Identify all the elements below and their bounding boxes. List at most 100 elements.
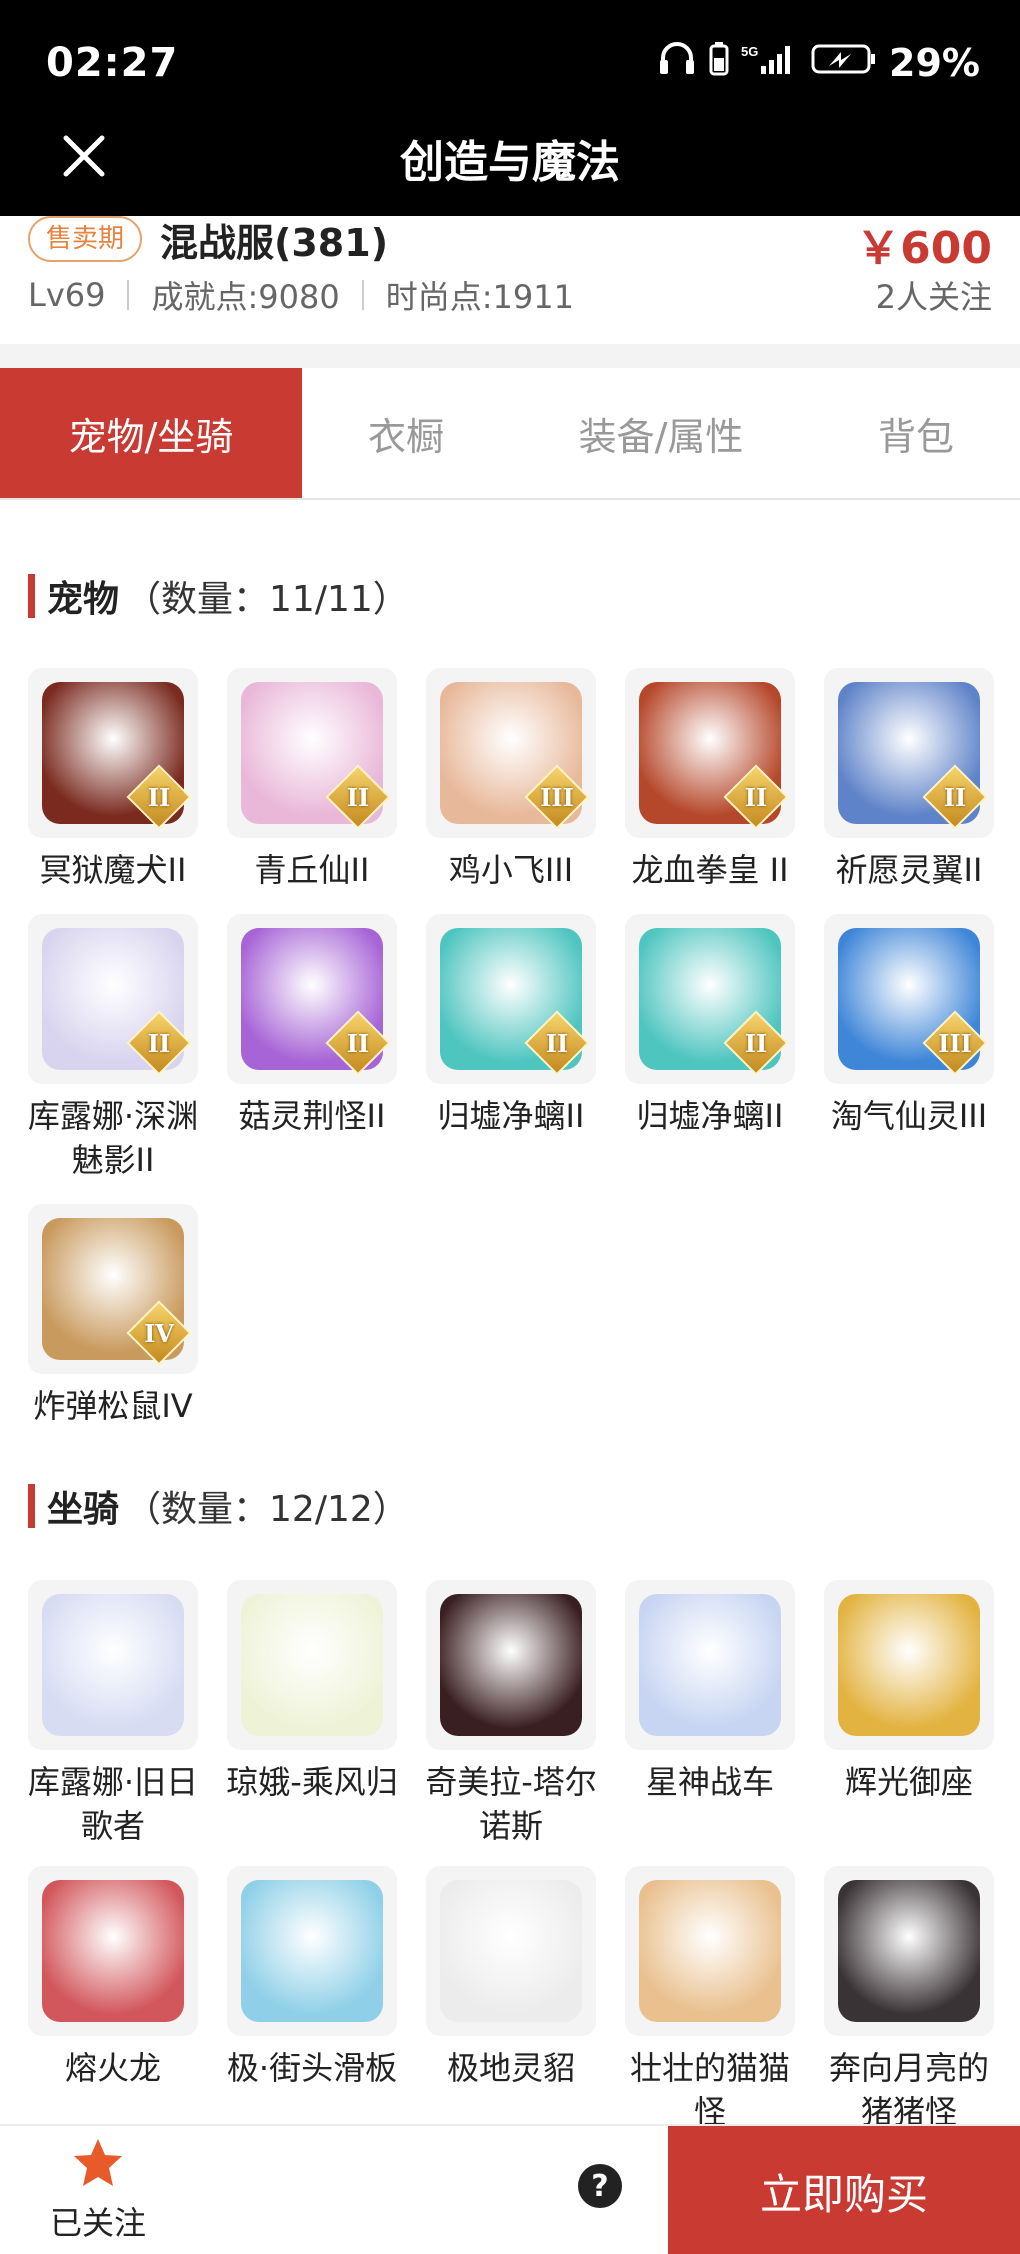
mount-item[interactable]: 壮壮的猫猫怪 [625, 1866, 795, 2134]
title-bar: 创造与魔法 [0, 108, 1020, 216]
character-image [838, 1594, 980, 1736]
pet-item[interactable]: II 菇灵荆怪II [227, 914, 397, 1182]
pet-thumbnail: II [824, 668, 994, 838]
tab-wardrobe[interactable]: 衣橱 [302, 368, 510, 498]
pet-thumbnail: II [426, 914, 596, 1084]
pet-thumbnail: III [824, 914, 994, 1084]
pet-item[interactable]: II 冥狱魔犬II [28, 668, 198, 892]
pet-thumbnail: II [227, 914, 397, 1084]
character-image [241, 1594, 383, 1736]
followers-count: 2人关注 [875, 278, 992, 316]
price: ￥600 [856, 223, 992, 274]
tier-label: II [744, 782, 768, 812]
section-title: 坐骑 [47, 1489, 120, 1530]
mount-name: 极地灵貂 [446, 2049, 575, 2087]
buy-now-button[interactable]: 立即购买 [668, 2126, 1020, 2254]
pet-item[interactable]: II 库露娜·深渊魅影II [28, 914, 198, 1182]
status-badge: 售卖期 [28, 216, 143, 262]
battery-small-icon [709, 41, 729, 85]
status-bar: 02:27 5G 29% [0, 0, 1020, 108]
help-icon: ? [591, 2168, 609, 2204]
pet-thumbnail: II [625, 914, 795, 1084]
mount-item[interactable]: 奔向月亮的猪猪怪 [824, 1866, 994, 2134]
pet-thumbnail: IV [28, 1204, 198, 1374]
tab-pets-mounts[interactable]: 宠物/坐骑 [0, 368, 302, 498]
pet-item[interactable]: IV 炸弹松鼠IV [28, 1204, 198, 1428]
svg-text:5G: 5G [741, 44, 758, 59]
status-time: 02:27 [46, 40, 179, 86]
mount-item[interactable]: 极地灵貂 [426, 1866, 596, 2134]
character-image [241, 1880, 383, 2022]
help-button[interactable]: ? [578, 2164, 622, 2208]
pet-thumbnail: II [227, 668, 397, 838]
pet-item[interactable]: II 龙血拳皇 II [625, 668, 795, 892]
pet-name: 炸弹松鼠IV [33, 1387, 193, 1425]
divider [361, 280, 364, 310]
character-image [838, 1880, 980, 2022]
pet-name: 归墟净螭II [437, 1097, 585, 1135]
pet-item[interactable]: III 淘气仙灵III [824, 914, 994, 1182]
mount-item[interactable]: 星神战车 [625, 1580, 795, 1848]
mount-thumbnail [426, 1580, 596, 1750]
mount-item[interactable]: 琼娥-乘风归 [226, 1580, 398, 1848]
follow-button[interactable]: 已关注 [46, 2136, 150, 2244]
server-name: 混战服(381) [160, 221, 389, 265]
bottom-action-bar: 已关注 ? 立即购买 [0, 2124, 1020, 2254]
battery-percent: 29% [889, 40, 980, 85]
tab-bar: 宠物/坐骑 衣橱 装备/属性 背包 [0, 368, 1020, 500]
pet-thumbnail: III [426, 668, 596, 838]
tier-label: II [346, 1028, 370, 1058]
mount-thumbnail [625, 1580, 795, 1750]
mount-thumbnail [824, 1866, 994, 2036]
account-stats: Lv69 成就点:9080 时尚点:1911 [28, 272, 574, 318]
section-count: （数量：12/12） [125, 1489, 409, 1530]
tier-label: II [943, 782, 967, 812]
tier-label: II [545, 1028, 569, 1058]
mounts-section-header: 坐骑 （数量：12/12） [28, 1480, 409, 1532]
fashion-points: 时尚点:1911 [385, 278, 574, 316]
tier-label: II [147, 782, 171, 812]
mount-name: 辉光御座 [844, 1763, 973, 1801]
character-image [440, 1594, 582, 1736]
pet-thumbnail: II [28, 668, 198, 838]
mount-name: 熔火龙 [64, 2049, 161, 2087]
pet-item[interactable]: III 鸡小飞III [426, 668, 596, 892]
pet-item[interactable]: II 归墟净螭II [625, 914, 795, 1182]
pet-item[interactable]: II 祈愿灵翼II [824, 668, 994, 892]
mount-item[interactable]: 熔火龙 [28, 1866, 198, 2134]
section-count: （数量：11/11） [125, 579, 409, 620]
section-accent [28, 574, 35, 618]
tier-label: III [540, 782, 574, 812]
tier-label: II [346, 782, 370, 812]
mount-item[interactable]: 库露娜·旧日歌者 [28, 1580, 198, 1848]
pet-thumbnail: II [28, 914, 198, 1084]
pet-name: 冥狱魔犬II [39, 851, 187, 889]
tab-equipment[interactable]: 装备/属性 [510, 368, 812, 498]
pet-name: 库露娜·深渊魅影II [27, 1097, 199, 1179]
tab-backpack[interactable]: 背包 [812, 368, 1020, 498]
mounts-grid: 库露娜·旧日歌者 琼娥-乘风归 奇美拉-塔尔诺斯 星神战车 辉光御座熔火龙 极·街头滑板 极… [28, 1580, 994, 2134]
battery-icon [811, 41, 877, 85]
character-image [440, 1880, 582, 2022]
mount-thumbnail [227, 1580, 397, 1750]
pet-name: 青丘仙II [254, 851, 370, 889]
level: Lv69 [28, 276, 106, 314]
divider [127, 280, 130, 310]
headphones-icon [657, 40, 697, 85]
pet-item[interactable]: II 青丘仙II [227, 668, 397, 892]
pet-item[interactable]: II 归墟净螭II [426, 914, 596, 1182]
character-image [639, 1594, 781, 1736]
mount-item[interactable]: 极·街头滑板 [227, 1866, 397, 2134]
section-accent [28, 1484, 35, 1528]
tier-label: II [744, 1028, 768, 1058]
mount-name: 奇美拉-塔尔诺斯 [425, 1763, 597, 1845]
mount-item[interactable]: 奇美拉-塔尔诺斯 [425, 1580, 597, 1848]
mount-name: 库露娜·旧日歌者 [27, 1763, 199, 1845]
pet-name: 鸡小飞III [448, 851, 574, 889]
pet-name: 祈愿灵翼II [835, 851, 983, 889]
mount-item[interactable]: 辉光御座 [824, 1580, 994, 1848]
character-image [639, 1880, 781, 2022]
pet-thumbnail: II [625, 668, 795, 838]
mount-name: 壮壮的猫猫怪 [629, 2049, 790, 2131]
follow-label: 已关注 [49, 2204, 146, 2242]
